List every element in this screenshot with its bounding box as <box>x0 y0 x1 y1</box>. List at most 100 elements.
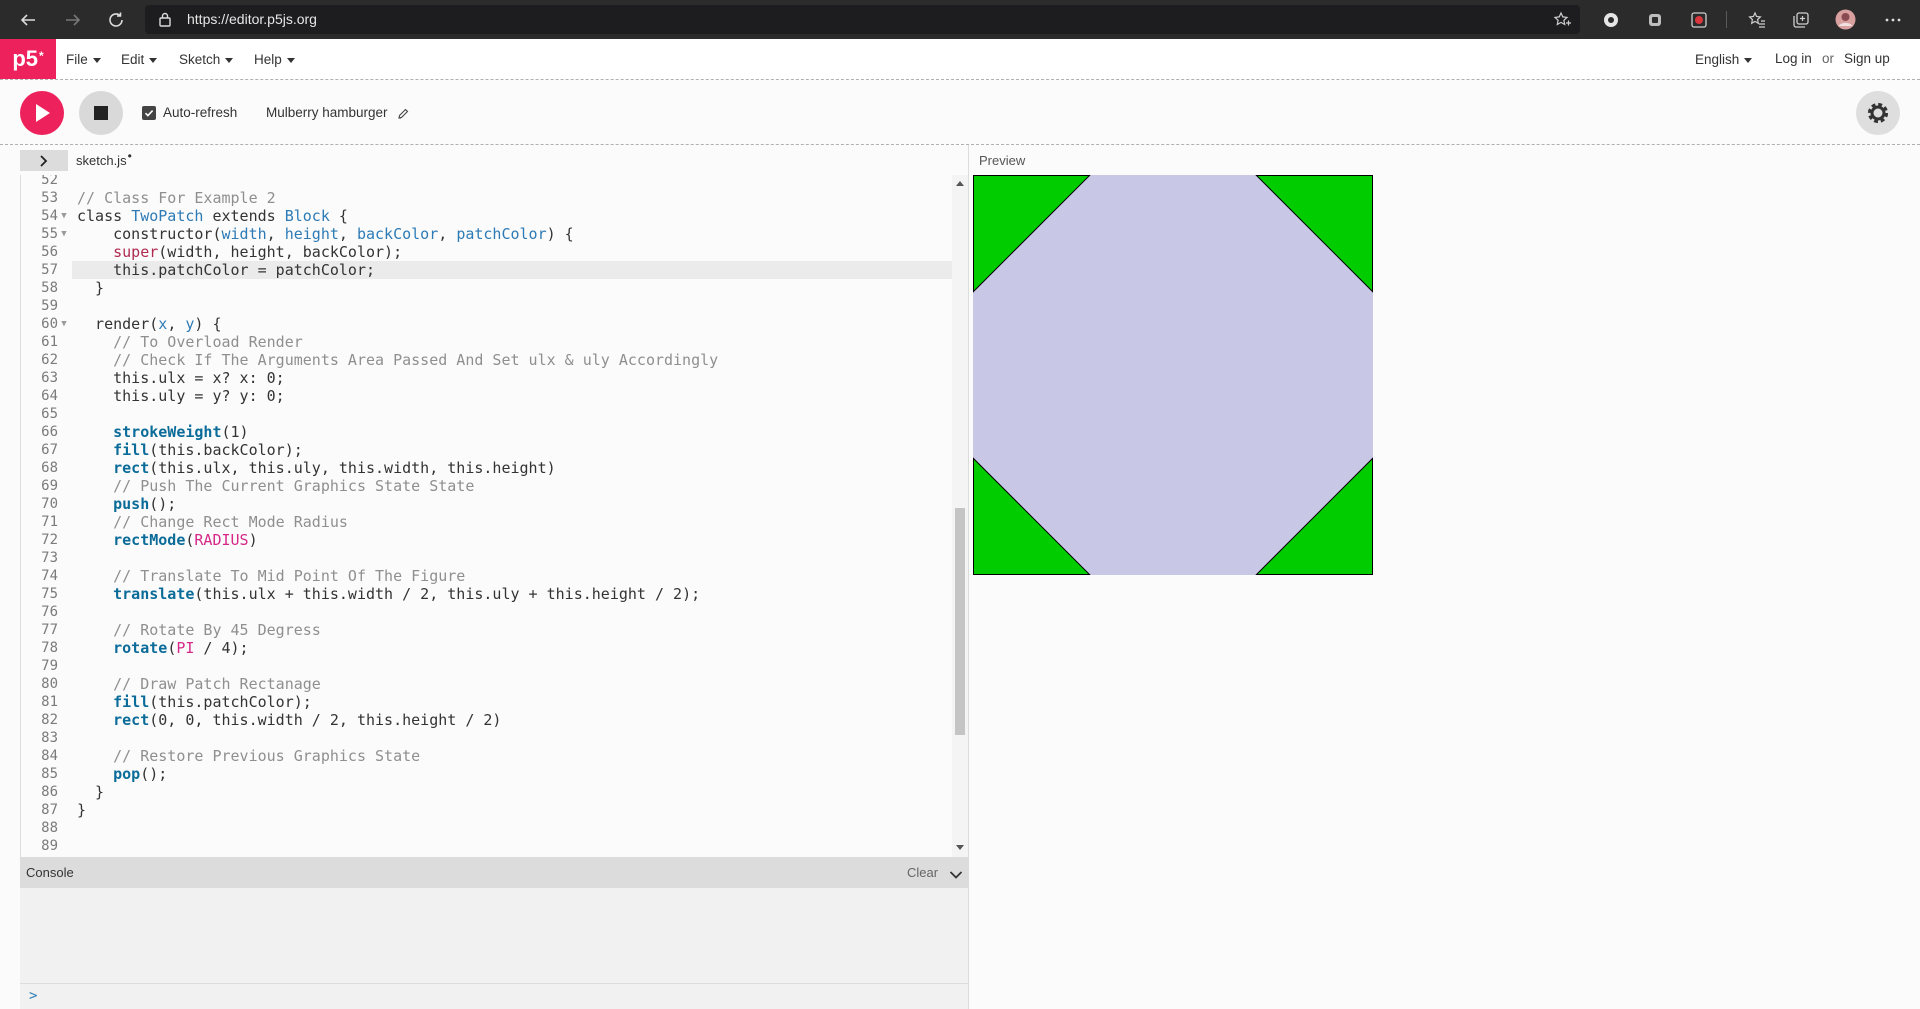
sketch-name[interactable]: Mulberry hamburger <box>266 102 388 124</box>
language-selector[interactable]: English <box>1695 39 1753 79</box>
extension-circle-icon[interactable] <box>1601 10 1620 29</box>
line-code[interactable] <box>72 657 952 675</box>
screen-record-icon[interactable] <box>1689 10 1708 29</box>
panel-divider[interactable] <box>968 145 969 1009</box>
line-code[interactable]: // Draw Patch Rectanage <box>72 675 952 693</box>
line-code[interactable]: this.patchColor = patchColor; <box>72 261 952 279</box>
favorites-icon[interactable] <box>1747 10 1766 29</box>
code-line[interactable]: 81 fill(this.patchColor); <box>21 693 952 711</box>
line-code[interactable]: super(width, height, backColor); <box>72 243 952 261</box>
line-code[interactable]: constructor(width, height, backColor, pa… <box>72 225 952 243</box>
code-line[interactable]: 61 // To Overload Render <box>21 333 952 351</box>
code-line[interactable]: 65 <box>21 405 952 423</box>
pencil-icon[interactable] <box>397 107 409 125</box>
line-code[interactable]: translate(this.ulx + this.width / 2, thi… <box>72 585 952 603</box>
play-button[interactable] <box>20 91 64 135</box>
signup-link[interactable]: Sign up <box>1844 39 1890 79</box>
fold-arrow-icon[interactable]: ▼ <box>58 315 70 333</box>
code-line[interactable]: 89 <box>21 837 952 855</box>
address-bar[interactable]: https://editor.p5js.org <box>145 5 1580 34</box>
p5-logo[interactable]: p5 * <box>0 39 56 79</box>
reload-icon[interactable] <box>106 10 125 29</box>
code-line[interactable]: 62 // Check If The Arguments Area Passed… <box>21 351 952 369</box>
line-code[interactable]: } <box>72 783 952 801</box>
line-code[interactable]: // Change Rect Mode Radius <box>72 513 952 531</box>
line-code[interactable]: // Class For Example 2 <box>72 189 952 207</box>
line-code[interactable] <box>72 297 952 315</box>
line-code[interactable]: strokeWeight(1) <box>72 423 952 441</box>
code-line[interactable]: 60 ▼ render(x, y) { <box>21 315 952 333</box>
code-line[interactable]: 72 rectMode(RADIUS) <box>21 531 952 549</box>
auto-refresh-label[interactable]: Auto-refresh <box>163 102 237 124</box>
url-text[interactable]: https://editor.p5js.org <box>187 5 317 34</box>
console-clear-button[interactable]: Clear <box>907 857 938 888</box>
line-code[interactable]: rectMode(RADIUS) <box>72 531 952 549</box>
code-line[interactable]: 88 <box>21 819 952 837</box>
back-arrow-icon[interactable] <box>18 10 37 29</box>
console-input[interactable]: > <box>20 983 968 1009</box>
line-code[interactable]: } <box>72 279 952 297</box>
line-code[interactable] <box>72 405 952 423</box>
line-code[interactable]: // To Overload Render <box>72 333 952 351</box>
code-line[interactable]: 67 fill(this.backColor); <box>21 441 952 459</box>
line-code[interactable]: class TwoPatch extends Block { <box>72 207 952 225</box>
code-line[interactable]: 76 <box>21 603 952 621</box>
code-line[interactable]: 63 this.ulx = x? x: 0; <box>21 369 952 387</box>
line-code[interactable]: pop(); <box>72 765 952 783</box>
line-code[interactable]: // Rotate By 45 Degress <box>72 621 952 639</box>
line-code[interactable] <box>72 819 952 837</box>
code-line[interactable]: 73 <box>21 549 952 567</box>
line-code[interactable]: rect(0, 0, this.width / 2, this.height /… <box>72 711 952 729</box>
preview-canvas[interactable] <box>973 175 1373 575</box>
scroll-down-arrow-icon[interactable] <box>956 845 964 850</box>
line-code[interactable]: push(); <box>72 495 952 513</box>
stop-button[interactable] <box>79 91 123 135</box>
collections-icon[interactable] <box>1791 10 1810 29</box>
line-code[interactable]: this.ulx = x? x: 0; <box>72 369 952 387</box>
code-line[interactable]: 82 rect(0, 0, this.width / 2, this.heigh… <box>21 711 952 729</box>
code-line[interactable]: 64 this.uly = y? y: 0; <box>21 387 952 405</box>
menu-sketch[interactable]: Sketch <box>179 39 234 79</box>
code-line[interactable]: 87} <box>21 801 952 819</box>
line-code[interactable] <box>72 837 952 855</box>
line-code[interactable] <box>72 729 952 747</box>
fold-arrow-icon[interactable]: ▼ <box>58 207 70 225</box>
code-line[interactable]: 75 translate(this.ulx + this.width / 2, … <box>21 585 952 603</box>
line-code[interactable] <box>72 549 952 567</box>
scroll-up-arrow-icon[interactable] <box>956 181 964 186</box>
code-line[interactable]: 83 <box>21 729 952 747</box>
line-code[interactable]: } <box>72 801 952 819</box>
code-line[interactable]: 54 ▼ class TwoPatch extends Block { <box>21 207 952 225</box>
code-line[interactable]: 74 // Translate To Mid Point Of The Figu… <box>21 567 952 585</box>
code-line[interactable]: 53 // Class For Example 2 <box>21 189 952 207</box>
collapse-sidebar-button[interactable] <box>20 150 68 171</box>
code-line[interactable]: 59 <box>21 297 952 315</box>
code-editor[interactable]: 52 53// Class For Example 2 54 ▼ class TwoPa… <box>20 175 952 857</box>
line-code[interactable]: // Push The Current Graphics State State <box>72 477 952 495</box>
code-line[interactable]: 55 ▼ constructor(width, height, backColor… <box>21 225 952 243</box>
code-line[interactable]: 69 // Push The Current Graphics State St… <box>21 477 952 495</box>
code-line[interactable]: 68 rect(this.ulx, this.uly, this.width, … <box>21 459 952 477</box>
file-tab[interactable]: sketch.js• <box>76 149 132 171</box>
line-code[interactable]: render(x, y) { <box>72 315 952 333</box>
login-link[interactable]: Log in <box>1775 39 1812 79</box>
line-code[interactable]: fill(this.patchColor); <box>72 693 952 711</box>
code-line[interactable]: 84 // Restore Previous Graphics State <box>21 747 952 765</box>
code-line[interactable]: 70 push(); <box>21 495 952 513</box>
code-line[interactable]: 77 // Rotate By 45 Degress <box>21 621 952 639</box>
menu-edit[interactable]: Edit <box>121 39 158 79</box>
more-options-icon[interactable] <box>1883 10 1902 29</box>
code-line[interactable]: 66 strokeWeight(1) <box>21 423 952 441</box>
line-code[interactable]: // Restore Previous Graphics State <box>72 747 952 765</box>
line-code[interactable]: this.uly = y? y: 0; <box>72 387 952 405</box>
line-code[interactable]: // Check If The Arguments Area Passed An… <box>72 351 952 369</box>
chevron-down-icon[interactable] <box>949 867 963 885</box>
code-line[interactable]: 57 this.patchColor = patchColor; <box>21 261 952 279</box>
code-line[interactable]: 80 // Draw Patch Rectanage <box>21 675 952 693</box>
code-line[interactable]: 71 // Change Rect Mode Radius <box>21 513 952 531</box>
line-code[interactable] <box>72 175 952 189</box>
line-code[interactable]: // Translate To Mid Point Of The Figure <box>72 567 952 585</box>
line-code[interactable] <box>72 603 952 621</box>
settings-button[interactable] <box>1856 91 1900 135</box>
code-lines[interactable]: 52 53// Class For Example 2 54 ▼ class TwoPa… <box>21 175 952 855</box>
